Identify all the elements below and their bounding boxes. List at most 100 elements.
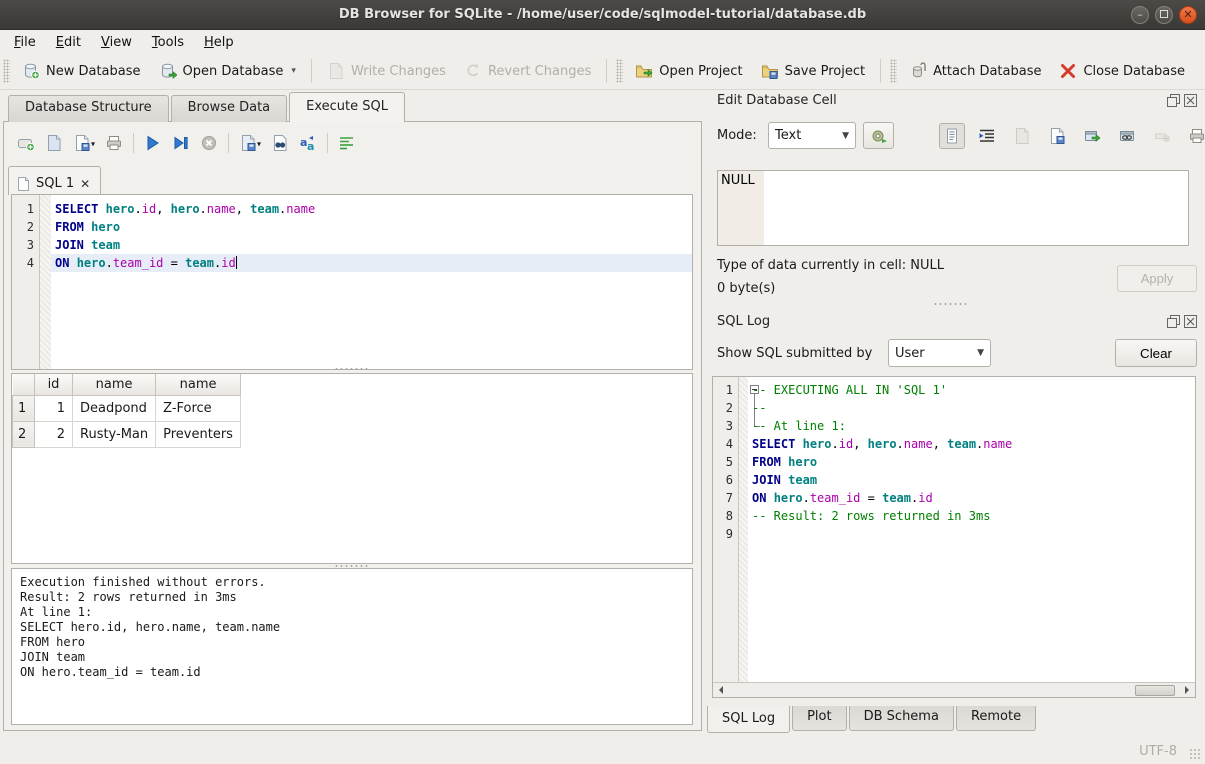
- menu-file[interactable]: File: [4, 33, 46, 52]
- wrap-lines-button[interactable]: [974, 123, 1000, 149]
- clear-log-button[interactable]: Clear: [1115, 339, 1197, 367]
- sql-editor-toolbar: ▾ ▾ aa: [12, 129, 361, 157]
- column-header-name[interactable]: name: [73, 374, 156, 395]
- minimize-icon[interactable]: –: [1131, 6, 1149, 24]
- close-database-button[interactable]: Close Database: [1050, 57, 1194, 85]
- row-header[interactable]: 1: [13, 395, 35, 421]
- maximize-icon[interactable]: [1155, 6, 1173, 24]
- toolbar-drag-handle: [3, 59, 10, 83]
- column-header-id[interactable]: id: [35, 374, 73, 395]
- horizontal-scrollbar[interactable]: [713, 682, 1195, 697]
- window-controls: – ✕: [1131, 6, 1197, 24]
- write-changes-button[interactable]: Write Changes: [318, 57, 455, 85]
- stop-button[interactable]: [195, 131, 223, 155]
- cell-editor[interactable]: NULL: [717, 170, 1189, 246]
- dock-close-icon[interactable]: [1184, 94, 1197, 107]
- open-project-button[interactable]: Open Project: [626, 57, 751, 85]
- menu-edit[interactable]: Edit: [46, 33, 91, 52]
- apply-button[interactable]: Apply: [1117, 265, 1197, 292]
- dock-float-icon[interactable]: [1167, 94, 1180, 107]
- dock-tab-plot[interactable]: Plot: [792, 706, 847, 731]
- tab-browse-data[interactable]: Browse Data: [171, 95, 288, 122]
- chevron-down-icon[interactable]: ▾: [291, 66, 296, 76]
- execution-status-box: Execution finished without errors. Resul…: [11, 568, 693, 725]
- mode-select[interactable]: Text ▼: [768, 122, 856, 149]
- new-tab-button[interactable]: [12, 131, 40, 155]
- dock-splitter-handle[interactable]: [933, 302, 967, 306]
- table-cell[interactable]: Z-Force: [156, 395, 241, 421]
- sql-editor[interactable]: 1SELECT hero.id, hero.name, team.name2FR…: [11, 194, 693, 370]
- null-toggle-button[interactable]: [1149, 123, 1175, 149]
- row-header[interactable]: 2: [13, 421, 35, 447]
- print-button[interactable]: [100, 131, 128, 155]
- table-cell[interactable]: Deadpond: [73, 395, 156, 421]
- sql-tab[interactable]: SQL 1 ✕: [8, 166, 101, 195]
- splitter-handle[interactable]: [334, 367, 368, 371]
- column-header-name[interactable]: name: [156, 374, 241, 395]
- menu-tools[interactable]: Tools: [142, 33, 194, 52]
- line-number: 8: [713, 507, 733, 525]
- print-button[interactable]: [1184, 123, 1205, 149]
- table-cell[interactable]: 2: [35, 421, 73, 447]
- execute-sql-page: ▾ ▾ aa SQL 1 ✕ 1 SELECT hero.id, hero.name,…: [3, 121, 702, 731]
- execute-line-icon: [172, 134, 190, 152]
- cell-value: NULL: [721, 173, 755, 188]
- save-results-button[interactable]: ▾: [234, 131, 266, 155]
- new-database-button[interactable]: New Database: [13, 57, 150, 85]
- save-project-button[interactable]: Save Project: [752, 57, 875, 85]
- tab-database-structure[interactable]: Database Structure: [8, 95, 169, 122]
- import-icon: [1013, 127, 1031, 145]
- auto-apply-button[interactable]: [863, 122, 894, 149]
- close-icon[interactable]: ✕: [1179, 6, 1197, 24]
- open-external-button[interactable]: [1079, 123, 1105, 149]
- log-filter-select[interactable]: User ▼: [888, 339, 991, 367]
- line-number: 1: [713, 381, 733, 399]
- database-open-icon: [159, 62, 177, 80]
- revert-changes-button[interactable]: Revert Changes: [455, 57, 600, 85]
- open-database-button[interactable]: Open Database▾: [150, 57, 305, 85]
- dock-float-icon[interactable]: [1167, 315, 1180, 328]
- code-line: FROM hero: [752, 453, 817, 471]
- export-icon: [1048, 127, 1066, 145]
- resize-grip[interactable]: [1189, 748, 1201, 760]
- toolbar-button-label: Write Changes: [351, 64, 446, 79]
- dock-tab-db-schema[interactable]: DB Schema: [849, 706, 954, 731]
- print-icon: [1188, 127, 1205, 145]
- line-number: 3: [713, 417, 733, 435]
- scrollbar-thumb[interactable]: [1135, 685, 1175, 696]
- tab-close-icon[interactable]: ✕: [80, 177, 90, 191]
- execute-line-button[interactable]: [167, 131, 195, 155]
- word-wrap-button[interactable]: [333, 131, 361, 155]
- chevron-down-icon[interactable]: ▾: [257, 140, 261, 149]
- find-button[interactable]: [266, 131, 294, 155]
- import-button[interactable]: [1009, 123, 1035, 149]
- chevron-down-icon[interactable]: ▾: [91, 140, 95, 149]
- save-sql-file-button[interactable]: ▾: [68, 131, 100, 155]
- results-table: idnamename 11DeadpondZ-Force22Rusty-ManP…: [12, 374, 241, 448]
- copy-link-button[interactable]: [1114, 123, 1140, 149]
- execute-all-button[interactable]: [139, 131, 167, 155]
- tab-execute-sql[interactable]: Execute SQL: [289, 92, 405, 122]
- table-cell[interactable]: Preventers: [156, 421, 241, 447]
- dock-tab-sql-log[interactable]: SQL Log: [707, 706, 790, 733]
- scroll-right-icon[interactable]: [1185, 686, 1193, 694]
- open-sql-file-button[interactable]: [40, 131, 68, 155]
- line-number: 1: [12, 200, 34, 218]
- table-cell[interactable]: Rusty-Man: [73, 421, 156, 447]
- menu-help[interactable]: Help: [194, 33, 244, 52]
- encoding-indicator[interactable]: UTF-8: [1139, 744, 1177, 759]
- sql-log-view[interactable]: 1-- EXECUTING ALL IN 'SQL 1'2--3-- At li…: [712, 376, 1196, 698]
- scroll-left-icon[interactable]: [715, 686, 723, 694]
- export-button[interactable]: [1044, 123, 1070, 149]
- menu-view[interactable]: View: [91, 33, 142, 52]
- log-hatch-margin: [739, 377, 748, 697]
- save-project-icon: [761, 62, 779, 80]
- code-line: SELECT hero.id, hero.name, team.name: [55, 200, 315, 218]
- attach-database-button[interactable]: Attach Database: [900, 57, 1050, 85]
- text-mode-button[interactable]: [939, 123, 965, 149]
- table-cell[interactable]: 1: [35, 395, 73, 421]
- dock-close-icon[interactable]: [1184, 315, 1197, 328]
- format-button[interactable]: aa: [294, 131, 322, 155]
- table-row: 22Rusty-ManPreventers: [13, 421, 241, 447]
- dock-tab-remote[interactable]: Remote: [956, 706, 1036, 731]
